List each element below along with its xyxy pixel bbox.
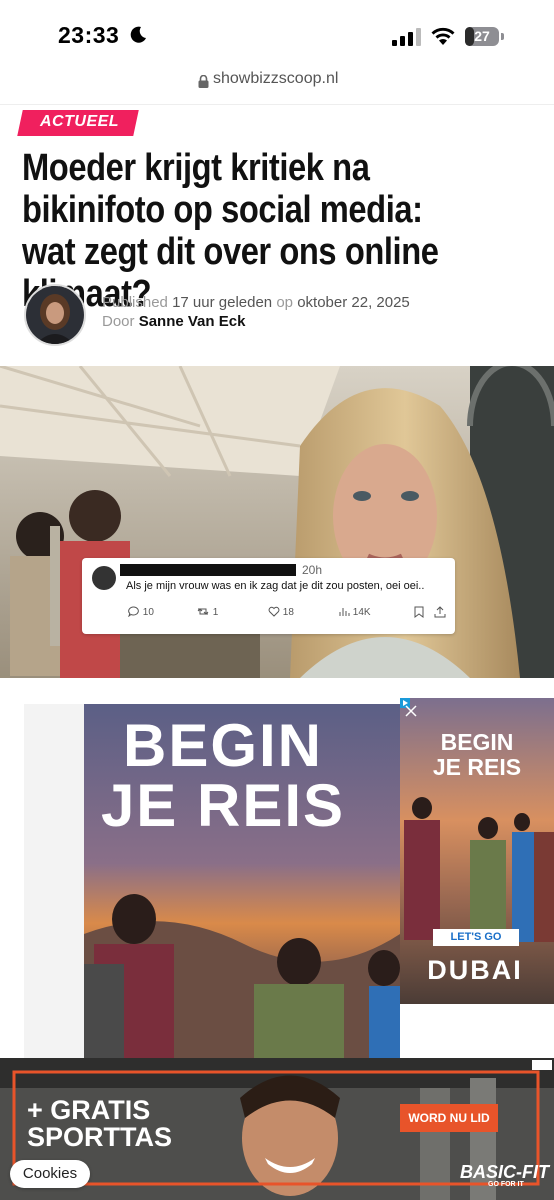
reply-icon xyxy=(128,606,139,618)
author-prefix: Door xyxy=(102,313,135,330)
share-icon[interactable] xyxy=(434,606,446,618)
battery-level: 27 xyxy=(474,28,490,44)
gym-ad-line1: + GRATIS xyxy=(27,1095,151,1125)
reply-action[interactable]: 10 xyxy=(128,606,154,618)
like-count: 18 xyxy=(282,607,294,618)
gym-ad-line2: SPORTTAS xyxy=(27,1122,173,1152)
views-icon xyxy=(339,608,350,616)
lock-icon xyxy=(198,75,209,88)
travel-ad-line2: JE REIS xyxy=(100,772,346,839)
status-bar: 23:33 27 xyxy=(0,0,554,66)
published-info: Published 17 uur geleden op oktober 22, … xyxy=(102,294,410,311)
cookies-button[interactable]: Cookies xyxy=(10,1160,90,1188)
tweet-stats: 10 1 18 14K xyxy=(128,606,448,622)
travel-ad-line1: BEGIN xyxy=(122,712,324,779)
tweet-time: 20h xyxy=(302,563,323,577)
tweet-card[interactable]: 20h Als je mijn vrouw was en ik zag dat … xyxy=(82,558,455,634)
article-headline: Moeder krijgt kritiek na bikinifoto op s… xyxy=(22,147,439,315)
published-date: oktober 22, 2025 xyxy=(297,294,410,311)
bookmark-icon[interactable] xyxy=(414,606,424,618)
published-on: op xyxy=(276,294,294,311)
signal-icon xyxy=(392,28,421,46)
gym-adchoices-icon[interactable] xyxy=(532,1060,552,1070)
reply-count: 10 xyxy=(142,607,154,618)
retweet-icon xyxy=(197,608,209,615)
travel-ad-headline: BEGIN JE REIS xyxy=(28,716,418,836)
views-action[interactable]: 14K xyxy=(338,606,371,618)
author-info: Door Sanne Van Eck xyxy=(102,313,245,330)
gym-ad-headline: + GRATIS SPORTTAS xyxy=(27,1097,172,1151)
basic-fit-logo: BASIC-FIT xyxy=(460,1162,549,1182)
address-bar[interactable]: showbizzscoop.nl xyxy=(0,66,554,105)
author-name[interactable]: Sanne Van Eck xyxy=(139,313,246,330)
lets-go-button[interactable]: LET'S GO xyxy=(433,929,519,946)
redacted-username xyxy=(120,564,296,576)
tweet-avatar xyxy=(92,566,116,590)
retweet-count: 1 xyxy=(212,607,219,618)
travel-ad-side-line2: JE REIS xyxy=(432,754,522,780)
travel-ad-side-headline: BEGIN JE REIS xyxy=(400,730,554,780)
wifi-icon xyxy=(431,27,455,45)
travel-ad-side-line1: BEGIN xyxy=(440,729,514,755)
published-label: Published xyxy=(102,294,168,311)
basic-fit-tagline: GO FOR IT xyxy=(488,1181,524,1188)
status-time: 23:33 xyxy=(58,22,120,48)
tweet-text: Als je mijn vrouw was en ik zag dat je d… xyxy=(126,580,425,592)
heart-icon xyxy=(268,606,280,617)
published-relative: 17 uur geleden xyxy=(172,294,273,311)
battery-indicator: 27 xyxy=(465,27,507,47)
url-text: showbizzscoop.nl xyxy=(213,70,339,87)
like-action[interactable]: 18 xyxy=(268,606,294,618)
moon-icon xyxy=(130,26,146,43)
join-now-button[interactable]: WORD NU LID xyxy=(400,1104,498,1132)
views-count: 14K xyxy=(352,607,371,618)
close-ad-icon[interactable] xyxy=(402,702,420,720)
category-tag[interactable]: ACTUEEL xyxy=(40,113,119,131)
dubai-logo: DUBAI xyxy=(427,955,523,985)
author-avatar xyxy=(24,284,86,346)
retweet-action[interactable]: 1 xyxy=(196,606,218,618)
